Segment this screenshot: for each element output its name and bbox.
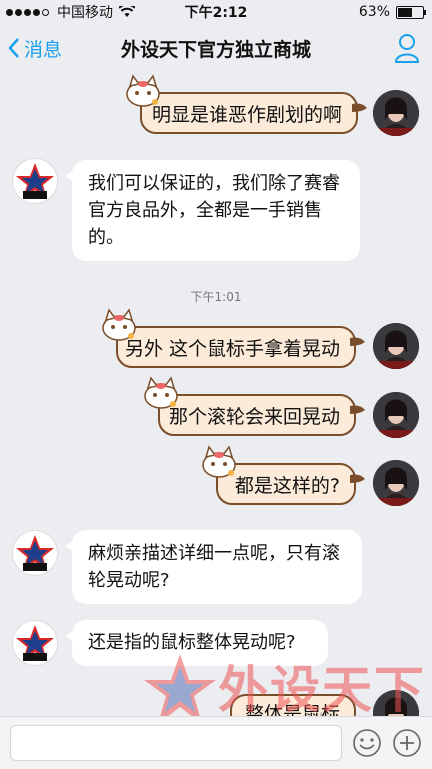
user-avatar[interactable] xyxy=(373,392,419,438)
emoji-button[interactable] xyxy=(352,728,382,762)
cat-tail-icon xyxy=(352,103,367,112)
message-bubble-shop[interactable]: 还是指的鼠标整体晃动呢? xyxy=(65,620,328,666)
cat-tail-icon xyxy=(350,405,365,414)
back-label: 消息 xyxy=(24,38,63,61)
cat-sticker-icon xyxy=(144,376,178,409)
shop-avatar[interactable] xyxy=(12,620,58,666)
status-bar: 中国移动 下午2:12 63% xyxy=(0,0,432,24)
battery-icon xyxy=(396,5,426,19)
add-button[interactable] xyxy=(392,728,422,762)
cat-tail-icon xyxy=(350,474,365,483)
page-title: 外设天下官方独立商城 xyxy=(120,38,311,61)
chevron-left-icon xyxy=(8,38,19,58)
shop-avatar[interactable] xyxy=(12,530,58,576)
message-bubble-user[interactable]: 明显是谁恶作剧划的啊 xyxy=(126,74,367,134)
message-bubble-shop[interactable]: 我们可以保证的，我们除了赛睿官方良品外，全都是一手销售的。 xyxy=(65,160,360,261)
message-bubble-shop[interactable]: 麻烦亲描述详细一点呢，只有滚轮晃动呢? xyxy=(65,530,362,604)
person-icon xyxy=(394,34,420,63)
message-text: 我们可以保证的，我们除了赛睿官方良品外，全都是一手销售的。 xyxy=(88,173,340,248)
message-text: 另外 这个鼠标手拿着晃动 xyxy=(124,337,340,360)
back-button[interactable]: 消息 xyxy=(8,35,62,62)
message-text: 都是这样的? xyxy=(234,474,340,497)
cat-sticker-icon xyxy=(202,445,236,478)
message-text: 还是指的鼠标整体晃动呢? xyxy=(88,632,296,653)
message-bubble-user[interactable]: 都是这样的? xyxy=(202,445,365,505)
nav-bar: 消息 外设天下官方独立商城 xyxy=(0,24,432,72)
plus-circle-icon xyxy=(393,729,421,757)
user-avatar[interactable] xyxy=(373,90,419,136)
cat-sticker-icon xyxy=(102,308,136,341)
timestamp: 下午1:01 xyxy=(190,290,242,304)
input-bar xyxy=(0,716,432,769)
cat-sticker-icon xyxy=(126,74,160,107)
cat-tail-icon xyxy=(350,337,365,346)
message-text: 明显是谁恶作剧划的啊 xyxy=(151,103,342,126)
message-text: 麻烦亲描述详细一点呢，只有滚轮晃动呢? xyxy=(88,543,340,591)
message-bubble-user[interactable]: 另外 这个鼠标手拿着晃动 xyxy=(102,308,365,368)
smiley-icon xyxy=(353,729,381,757)
shop-avatar[interactable] xyxy=(12,158,58,204)
message-input[interactable] xyxy=(10,725,342,761)
profile-button[interactable] xyxy=(394,32,420,68)
message-text: 那个滚轮会来回晃动 xyxy=(168,405,340,428)
user-avatar[interactable] xyxy=(373,460,419,506)
battery-percent: 63% xyxy=(358,4,390,20)
user-avatar[interactable] xyxy=(373,323,419,369)
message-bubble-user[interactable]: 那个滚轮会来回晃动 xyxy=(144,376,365,436)
